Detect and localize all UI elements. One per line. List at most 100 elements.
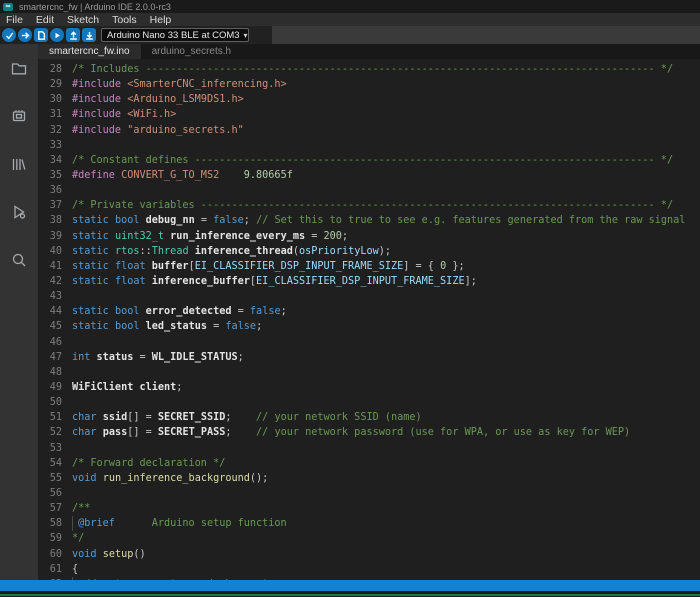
board-selector[interactable]: Arduino Nano 33 BLE at COM3 ▾ [101, 28, 249, 42]
code-line-39[interactable]: 39static uint32_t run_inference_every_ms… [38, 229, 700, 244]
line-number: 34 [38, 153, 62, 168]
line-number: 32 [38, 123, 62, 138]
code-line-59[interactable]: 59*/ [38, 531, 700, 546]
line-number: 37 [38, 198, 62, 213]
line-number: 61 [38, 562, 62, 577]
line-number: 45 [38, 319, 62, 334]
arrow-right-icon [21, 31, 30, 40]
debug-button[interactable] [50, 28, 64, 42]
sidebar-item-sketchbook[interactable] [0, 44, 38, 92]
code-line-46[interactable]: 46 [38, 335, 700, 350]
open-button[interactable] [66, 28, 80, 42]
code-line-51[interactable]: 51char ssid[] = SECRET_SSID; // your net… [38, 410, 700, 425]
code-line-61[interactable]: 61{ [38, 562, 700, 577]
line-number: 60 [38, 547, 62, 562]
code-line-text: #include "arduino_secrets.h" [72, 123, 244, 138]
code-line-52[interactable]: 52char pass[] = SECRET_PASS; // your net… [38, 425, 700, 440]
tab-bar: smartercnc_fw.inoarduino_secrets.h [38, 44, 700, 59]
window-title: smartercnc_fw | Arduino IDE 2.0.0-rc3 [19, 2, 171, 12]
sidebar-item-library-manager[interactable] [0, 140, 38, 188]
sidebar-item-search[interactable] [0, 236, 38, 284]
code-line-56[interactable]: 56 [38, 486, 700, 501]
code-line-45[interactable]: 45 static bool led_status = false; [38, 319, 700, 334]
code-line-37[interactable]: 37/* Private variables -----------------… [38, 198, 700, 213]
folder-icon [10, 59, 28, 77]
code-line-text: */ [72, 531, 84, 546]
line-number: 48 [38, 365, 62, 380]
code-line-text: static bool debug_nn = false; // Set thi… [72, 213, 685, 228]
code-line-55[interactable]: 55 void run_inference_background(); [38, 471, 700, 486]
code-line-text: /* Constant defines --------------------… [72, 153, 673, 168]
menu-item-edit[interactable]: Edit [36, 14, 54, 26]
board-selector-label: Arduino Nano 33 BLE at COM3 [107, 30, 240, 41]
menu-item-help[interactable]: Help [150, 14, 172, 26]
code-line-53[interactable]: 53 [38, 441, 700, 456]
code-line-28[interactable]: 28/* Includes --------------------------… [38, 62, 700, 77]
code-editor[interactable]: 28/* Includes --------------------------… [38, 59, 700, 580]
code-line-41[interactable]: 41static float buffer[EI_CLASSIFIER_DSP_… [38, 259, 700, 274]
code-line-text: void setup() [72, 547, 146, 562]
code-line-text: void run_inference_background(); [72, 471, 268, 486]
line-number: 40 [38, 244, 62, 259]
code-line-50[interactable]: 50 [38, 395, 700, 410]
code-line-text: static rtos::Thread inference_thread(osP… [72, 244, 391, 259]
code-line-32[interactable]: 32 #include "arduino_secrets.h" [38, 123, 700, 138]
menu-item-tools[interactable]: Tools [112, 14, 137, 26]
upload-button[interactable] [18, 28, 32, 42]
line-number: 56 [38, 486, 62, 501]
code-line-42[interactable]: 42static float inference_buffer[EI_CLASS… [38, 274, 700, 289]
tab-arduino-secrets-h[interactable]: arduino_secrets.h [141, 44, 243, 59]
code-line-60[interactable]: 60 void setup() [38, 547, 700, 562]
code-line-48[interactable]: 48 [38, 365, 700, 380]
code-line-text: static bool led_status = false; [72, 319, 262, 334]
line-number: 38 [38, 213, 62, 228]
sidebar-item-boards-manager[interactable] [0, 92, 38, 140]
code-line-text: char ssid[] = SECRET_SSID; // your netwo… [72, 410, 422, 425]
code-line-43[interactable]: 43 [38, 289, 700, 304]
menu-item-file[interactable]: File [6, 14, 23, 26]
code-line-58[interactable]: 58 @brief Arduino setup function [38, 516, 700, 531]
sidebar-item-debugger[interactable] [0, 188, 38, 236]
code-line-44[interactable]: 44static bool error_detected = false; [38, 304, 700, 319]
panel-splitter[interactable] [0, 580, 700, 591]
code-line-36[interactable]: 36 [38, 183, 700, 198]
code-line-text: WiFiClient client; [72, 380, 182, 395]
code-line-text: /* Includes ----------------------------… [72, 62, 673, 77]
code-line-text: static uint32_t run_inference_every_ms =… [72, 229, 348, 244]
check-icon [5, 31, 14, 40]
line-number: 49 [38, 380, 62, 395]
code-line-text: #define CONVERT_G_TO_MS2 9.80665f [72, 168, 293, 183]
line-number: 44 [38, 304, 62, 319]
menu-item-sketch[interactable]: Sketch [67, 14, 99, 26]
line-number: 55 [38, 471, 62, 486]
code-line-57[interactable]: 57/** [38, 501, 700, 516]
code-line-29[interactable]: 29#include <SmarterCNC_inferencing.h> [38, 77, 700, 92]
code-line-31[interactable]: 31#include <WiFi.h> [38, 107, 700, 122]
line-number: 41 [38, 259, 62, 274]
line-number: 36 [38, 183, 62, 198]
line-number: 42 [38, 274, 62, 289]
code-line-47[interactable]: 47int status = WL_IDLE_STATUS; [38, 350, 700, 365]
code-line-text: @brief Arduino setup function [72, 516, 287, 531]
code-line-33[interactable]: 33 [38, 138, 700, 153]
code-line-text: int status = WL_IDLE_STATUS; [72, 350, 244, 365]
code-line-38[interactable]: 38 static bool debug_nn = false; // Set t… [38, 213, 700, 228]
code-line-34[interactable]: 34 /* Constant defines ------------------… [38, 153, 700, 168]
code-line-40[interactable]: 40 static rtos::Thread inference_thread(o… [38, 244, 700, 259]
toolbar-left-panel: Arduino Nano 33 BLE at COM3 ▾ [0, 26, 272, 44]
save-button[interactable] [82, 28, 96, 42]
line-number: 31 [38, 107, 62, 122]
code-line-35[interactable]: 35#define CONVERT_G_TO_MS2 9.80665f [38, 168, 700, 183]
code-line-30[interactable]: 30#include <Arduino_LSM9DS1.h> [38, 92, 700, 107]
code-line-49[interactable]: 49 WiFiClient client; [38, 380, 700, 395]
new-sketch-button[interactable] [34, 28, 48, 42]
verify-button[interactable] [2, 28, 16, 42]
line-number: 29 [38, 77, 62, 92]
line-number: 52 [38, 425, 62, 440]
debug-play-icon [53, 31, 62, 40]
tab-smartercnc-fw-ino[interactable]: smartercnc_fw.ino [38, 44, 141, 59]
code-line-54[interactable]: 54/* Forward declaration */ [38, 456, 700, 471]
debug-icon [10, 203, 28, 221]
chevron-down-icon: ▾ [244, 31, 248, 40]
arrow-down-icon [85, 31, 94, 40]
